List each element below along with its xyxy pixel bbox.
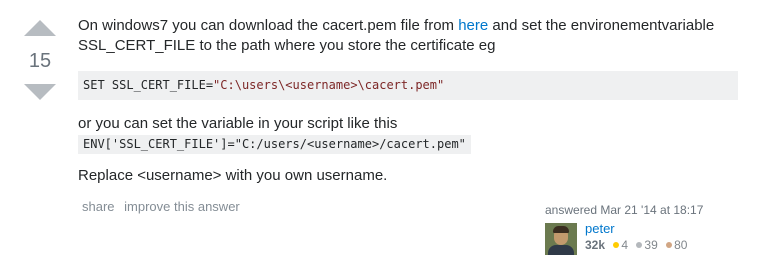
vote-panel: 15 <box>22 20 58 100</box>
answer-body: On windows7 you can download the cacert.… <box>78 16 738 186</box>
code-block: SET SSL_CERT_FILE="C:\users\<username>\c… <box>78 71 738 100</box>
paragraph-2: or you can set the variable in your scri… <box>78 115 398 132</box>
gold-badge-icon <box>613 242 620 248</box>
code-block-string: "C:\users\<username>\cacert.pem" <box>213 78 445 92</box>
bronze-badge-count: 80 <box>674 238 688 252</box>
share-link[interactable]: share <box>82 199 115 214</box>
code-block-command: SET SSL_CERT_FILE= <box>83 78 214 92</box>
paragraph-1: On windows7 you can download the cacert.… <box>78 16 738 56</box>
user-card: answered Mar 21 '14 at 18:17 peter 32k 4… <box>545 203 745 259</box>
answered-time: answered Mar 21 '14 at 18:17 <box>545 203 704 217</box>
user-info: peter 32k 4 39 80 <box>545 221 745 259</box>
upvote-arrow-icon[interactable] <box>24 20 56 36</box>
paragraph-3: Replace <username> with you own username… <box>78 167 388 184</box>
paragraph-1-text-start: On windows7 you can download the cacert.… <box>78 17 459 34</box>
user-name-link[interactable]: peter <box>585 221 615 236</box>
reputation-score: 32k <box>585 238 606 252</box>
here-link[interactable]: here <box>458 17 488 34</box>
downvote-arrow-icon[interactable] <box>24 84 56 100</box>
avatar[interactable] <box>545 223 577 255</box>
post-menu: share improve this answer <box>82 199 246 214</box>
gold-badge-count: 4 <box>621 238 629 252</box>
bronze-badge-icon <box>666 242 673 248</box>
user-details: peter 32k 4 39 80 <box>585 221 687 253</box>
vote-count: 15 <box>28 50 52 72</box>
inline-code: ENV['SSL_CERT_FILE']="C:/users/<username… <box>78 135 471 154</box>
silver-badge-icon <box>636 242 643 248</box>
improve-answer-link[interactable]: improve this answer <box>124 199 240 214</box>
silver-badge-count: 39 <box>644 238 658 252</box>
